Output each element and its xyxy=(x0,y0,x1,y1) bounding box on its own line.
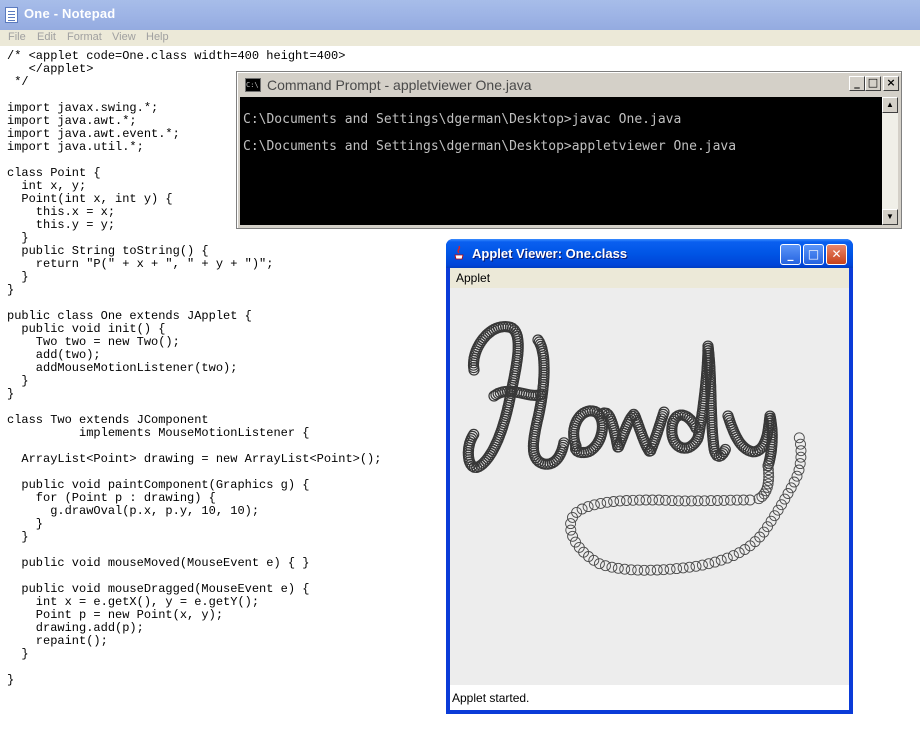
scroll-up-icon[interactable]: ▲ xyxy=(882,97,898,113)
console-icon: C:\ xyxy=(245,78,261,92)
applet-drawing-canvas[interactable] xyxy=(450,288,849,685)
notepad-titlebar: One - Notepad xyxy=(0,0,920,30)
maximize-button[interactable]: □ xyxy=(803,244,824,265)
java-icon xyxy=(454,246,464,260)
maximize-button[interactable]: □ xyxy=(865,76,881,91)
applet-viewer-window: Applet Viewer: One.class _ □ ✕ Applet Ap… xyxy=(446,239,853,714)
minimize-button[interactable]: _ xyxy=(849,76,865,91)
menu-edit[interactable]: Edit xyxy=(37,31,56,43)
notepad-menubar: File Edit Format View Help xyxy=(0,30,920,46)
applet-menubar: Applet xyxy=(450,268,849,288)
applet-viewer-titlebar[interactable]: Applet Viewer: One.class _ □ ✕ xyxy=(446,239,853,268)
applet-status-bar: Applet started. xyxy=(450,685,849,710)
command-prompt-title: Command Prompt - appletviewer One.java xyxy=(267,77,532,93)
menu-view[interactable]: View xyxy=(112,31,136,43)
close-button[interactable]: ✕ xyxy=(826,244,847,265)
applet-status-text: Applet started. xyxy=(452,691,530,705)
minimize-button[interactable]: _ xyxy=(780,244,801,265)
command-prompt-titlebar[interactable]: C:\ Command Prompt - appletviewer One.ja… xyxy=(239,74,899,96)
scroll-down-icon[interactable]: ▼ xyxy=(882,209,898,225)
vertical-scrollbar[interactable]: ▲ ▼ xyxy=(882,97,898,225)
howdy-drawing xyxy=(462,320,807,576)
notepad-icon xyxy=(5,7,18,23)
menu-help[interactable]: Help xyxy=(146,31,169,43)
close-button[interactable]: × xyxy=(883,76,899,91)
command-prompt-window: C:\ Command Prompt - appletviewer One.ja… xyxy=(236,71,902,229)
menu-file[interactable]: File xyxy=(8,31,26,43)
console-line: C:\Documents and Settings\dgerman\Deskto… xyxy=(243,112,682,127)
menu-applet[interactable]: Applet xyxy=(456,271,490,285)
applet-viewer-title: Applet Viewer: One.class xyxy=(472,246,628,261)
menu-format[interactable]: Format xyxy=(67,31,102,43)
console-output[interactable]: C:\Documents and Settings\dgerman\Deskto… xyxy=(240,97,882,225)
notepad-title: One - Notepad xyxy=(24,6,116,21)
console-line: C:\Documents and Settings\dgerman\Deskto… xyxy=(243,139,737,154)
